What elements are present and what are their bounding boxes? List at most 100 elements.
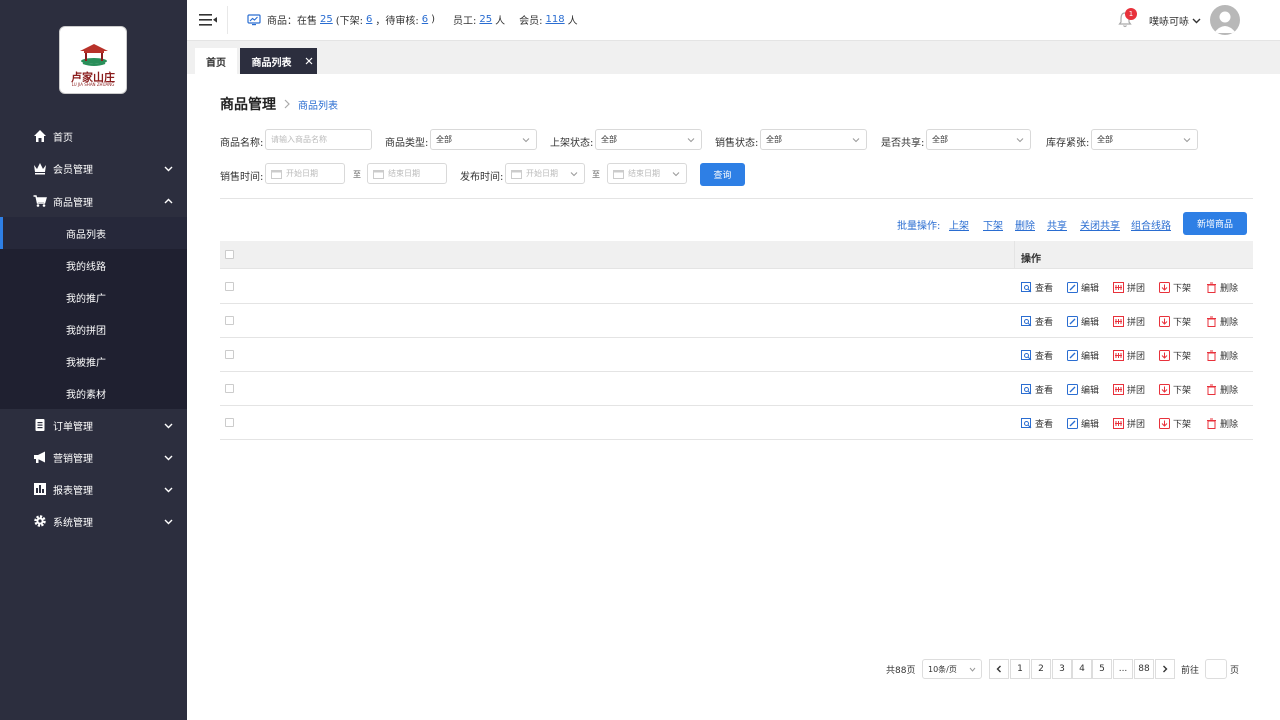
edit-button[interactable]: 编辑 [1067, 349, 1099, 362]
page-button[interactable]: 1 [1010, 659, 1030, 679]
group-buy-button[interactable]: 拼团 [1113, 281, 1145, 294]
sidebar: 卢家山庄 LU JIA SHAN ZHUANG 首页 会员管理 商品管理 商品列… [0, 0, 187, 720]
staff-count[interactable]: 25 [479, 14, 492, 25]
add-goods-button[interactable]: 新增商品 [1183, 212, 1247, 235]
trash-icon [1207, 418, 1216, 429]
batch-shelf-link[interactable]: 上架 [949, 217, 969, 232]
batch-share-link[interactable]: 共享 [1047, 217, 1067, 232]
view-button[interactable]: 查看 [1021, 383, 1053, 396]
edit-button[interactable]: 编辑 [1067, 383, 1099, 396]
tab-home[interactable]: 首页 [195, 48, 237, 74]
page-button[interactable]: 4 [1072, 659, 1092, 679]
batch-unshelf-link[interactable]: 下架 [983, 217, 1003, 232]
calendar-icon [511, 170, 522, 179]
sidebar-subitem-my-group-buy[interactable]: 我的拼团 [0, 313, 187, 345]
staff-label: 员工: [453, 16, 477, 27]
group-buy-button[interactable]: 拼团 [1113, 383, 1145, 396]
delete-button[interactable]: 删除 [1206, 417, 1238, 430]
batch-combine-route-link[interactable]: 组合线路 [1131, 217, 1171, 232]
sale-status-label: 销售状态: [715, 138, 759, 149]
row-checkbox[interactable] [225, 350, 234, 359]
row-checkbox[interactable] [225, 418, 234, 427]
edit-button[interactable]: 编辑 [1067, 315, 1099, 328]
avatar[interactable] [1210, 5, 1240, 35]
chevron-down-icon [522, 138, 530, 143]
user-menu[interactable]: 噗哧可哧 [1149, 13, 1201, 28]
publish-start-date[interactable]: 开始日期 [505, 163, 585, 184]
delete-button[interactable]: 删除 [1206, 383, 1238, 396]
sidebar-item-members[interactable]: 会员管理 [0, 152, 187, 184]
sale-status-select[interactable]: 全部 [760, 129, 867, 150]
sidebar-item-home[interactable]: 首页 [0, 120, 187, 152]
next-page-button[interactable] [1155, 659, 1175, 679]
unshelf-button[interactable]: 下架 [1159, 349, 1191, 362]
shared-select[interactable]: 全部 [926, 129, 1031, 150]
page-button[interactable]: 2 [1031, 659, 1051, 679]
group-buy-button[interactable]: 拼团 [1113, 417, 1145, 430]
member-count[interactable]: 118 [546, 14, 565, 25]
query-button[interactable]: 查询 [700, 163, 745, 186]
publish-end-date[interactable]: 结束日期 [607, 163, 687, 184]
off-shelf-count[interactable]: 6 [366, 14, 372, 25]
low-stock-select[interactable]: 全部 [1091, 129, 1198, 150]
delete-button[interactable]: 删除 [1206, 315, 1238, 328]
delete-button[interactable]: 删除 [1206, 281, 1238, 294]
group-buy-button[interactable]: 拼团 [1113, 315, 1145, 328]
sidebar-subitem-my-routes[interactable]: 我的线路 [0, 249, 187, 281]
goods-type-select[interactable]: 全部 [430, 129, 537, 150]
sidebar-subitem-promoted-me[interactable]: 我被推广 [0, 345, 187, 377]
on-sale-count[interactable]: 25 [320, 14, 333, 25]
unshelf-button[interactable]: 下架 [1159, 383, 1191, 396]
sidebar-subitem-my-promotion[interactable]: 我的推广 [0, 281, 187, 313]
edit-button[interactable]: 编辑 [1067, 281, 1099, 294]
page-button[interactable]: 5 [1092, 659, 1112, 679]
sidebar-item-system[interactable]: 系统管理 [0, 505, 187, 537]
low-stock-label: 库存紧张: [1046, 138, 1090, 149]
chevron-down-icon [1183, 138, 1191, 143]
group-buy-icon [1113, 282, 1124, 293]
pending-count[interactable]: 6 [422, 14, 428, 25]
delete-button[interactable]: 删除 [1206, 349, 1238, 362]
group-buy-button[interactable]: 拼团 [1113, 349, 1145, 362]
sidebar-subitem-my-materials[interactable]: 我的素材 [0, 377, 187, 409]
sidebar-item-marketing[interactable]: 营销管理 [0, 441, 187, 473]
page-ellipsis: ... [1113, 659, 1133, 679]
brand-logo: 卢家山庄 LU JIA SHAN ZHUANG [59, 26, 127, 94]
sale-start-date[interactable]: 开始日期 [265, 163, 345, 184]
sidebar-item-reports[interactable]: 报表管理 [0, 473, 187, 505]
page-size-select[interactable]: 10条/页 [922, 659, 982, 679]
page-title: 商品管理 [220, 97, 276, 113]
unshelf-button[interactable]: 下架 [1159, 417, 1191, 430]
shelf-status-select[interactable]: 全部 [595, 129, 702, 150]
action-label: 删除 [1220, 386, 1239, 396]
breadcrumb-current[interactable]: 商品列表 [298, 97, 338, 112]
page-button[interactable]: 88 [1134, 659, 1154, 679]
row-checkbox[interactable] [225, 384, 234, 393]
unshelf-button[interactable]: 下架 [1159, 315, 1191, 328]
sidebar-subitem-goods-list[interactable]: 商品列表 [0, 217, 187, 249]
row-checkbox[interactable] [225, 282, 234, 291]
batch-delete-link[interactable]: 删除 [1015, 217, 1035, 232]
menu-toggle-icon[interactable] [199, 13, 217, 27]
tab-goods-list[interactable]: 商品列表 [240, 48, 317, 74]
tab-label: 商品列表 [251, 57, 292, 69]
chevron-down-icon [570, 172, 578, 177]
batch-unshare-link[interactable]: 关闭共享 [1080, 217, 1120, 232]
view-button[interactable]: 查看 [1021, 417, 1053, 430]
view-button[interactable]: 查看 [1021, 349, 1053, 362]
row-checkbox[interactable] [225, 316, 234, 325]
view-button[interactable]: 查看 [1021, 315, 1053, 328]
tab-label: 首页 [206, 57, 226, 69]
sidebar-item-orders[interactable]: 订单管理 [0, 409, 187, 441]
goods-name-input[interactable]: 请输入商品名称 [265, 129, 372, 150]
page-button[interactable]: 3 [1052, 659, 1072, 679]
unshelf-button[interactable]: 下架 [1159, 281, 1191, 294]
view-button[interactable]: 查看 [1021, 281, 1053, 294]
select-all-checkbox[interactable] [225, 250, 234, 259]
goto-page-input[interactable] [1205, 659, 1227, 679]
sidebar-item-goods[interactable]: 商品管理 [0, 185, 187, 217]
close-icon[interactable] [304, 56, 314, 66]
sale-end-date[interactable]: 结束日期 [367, 163, 447, 184]
prev-page-button[interactable] [989, 659, 1009, 679]
edit-button[interactable]: 编辑 [1067, 417, 1099, 430]
